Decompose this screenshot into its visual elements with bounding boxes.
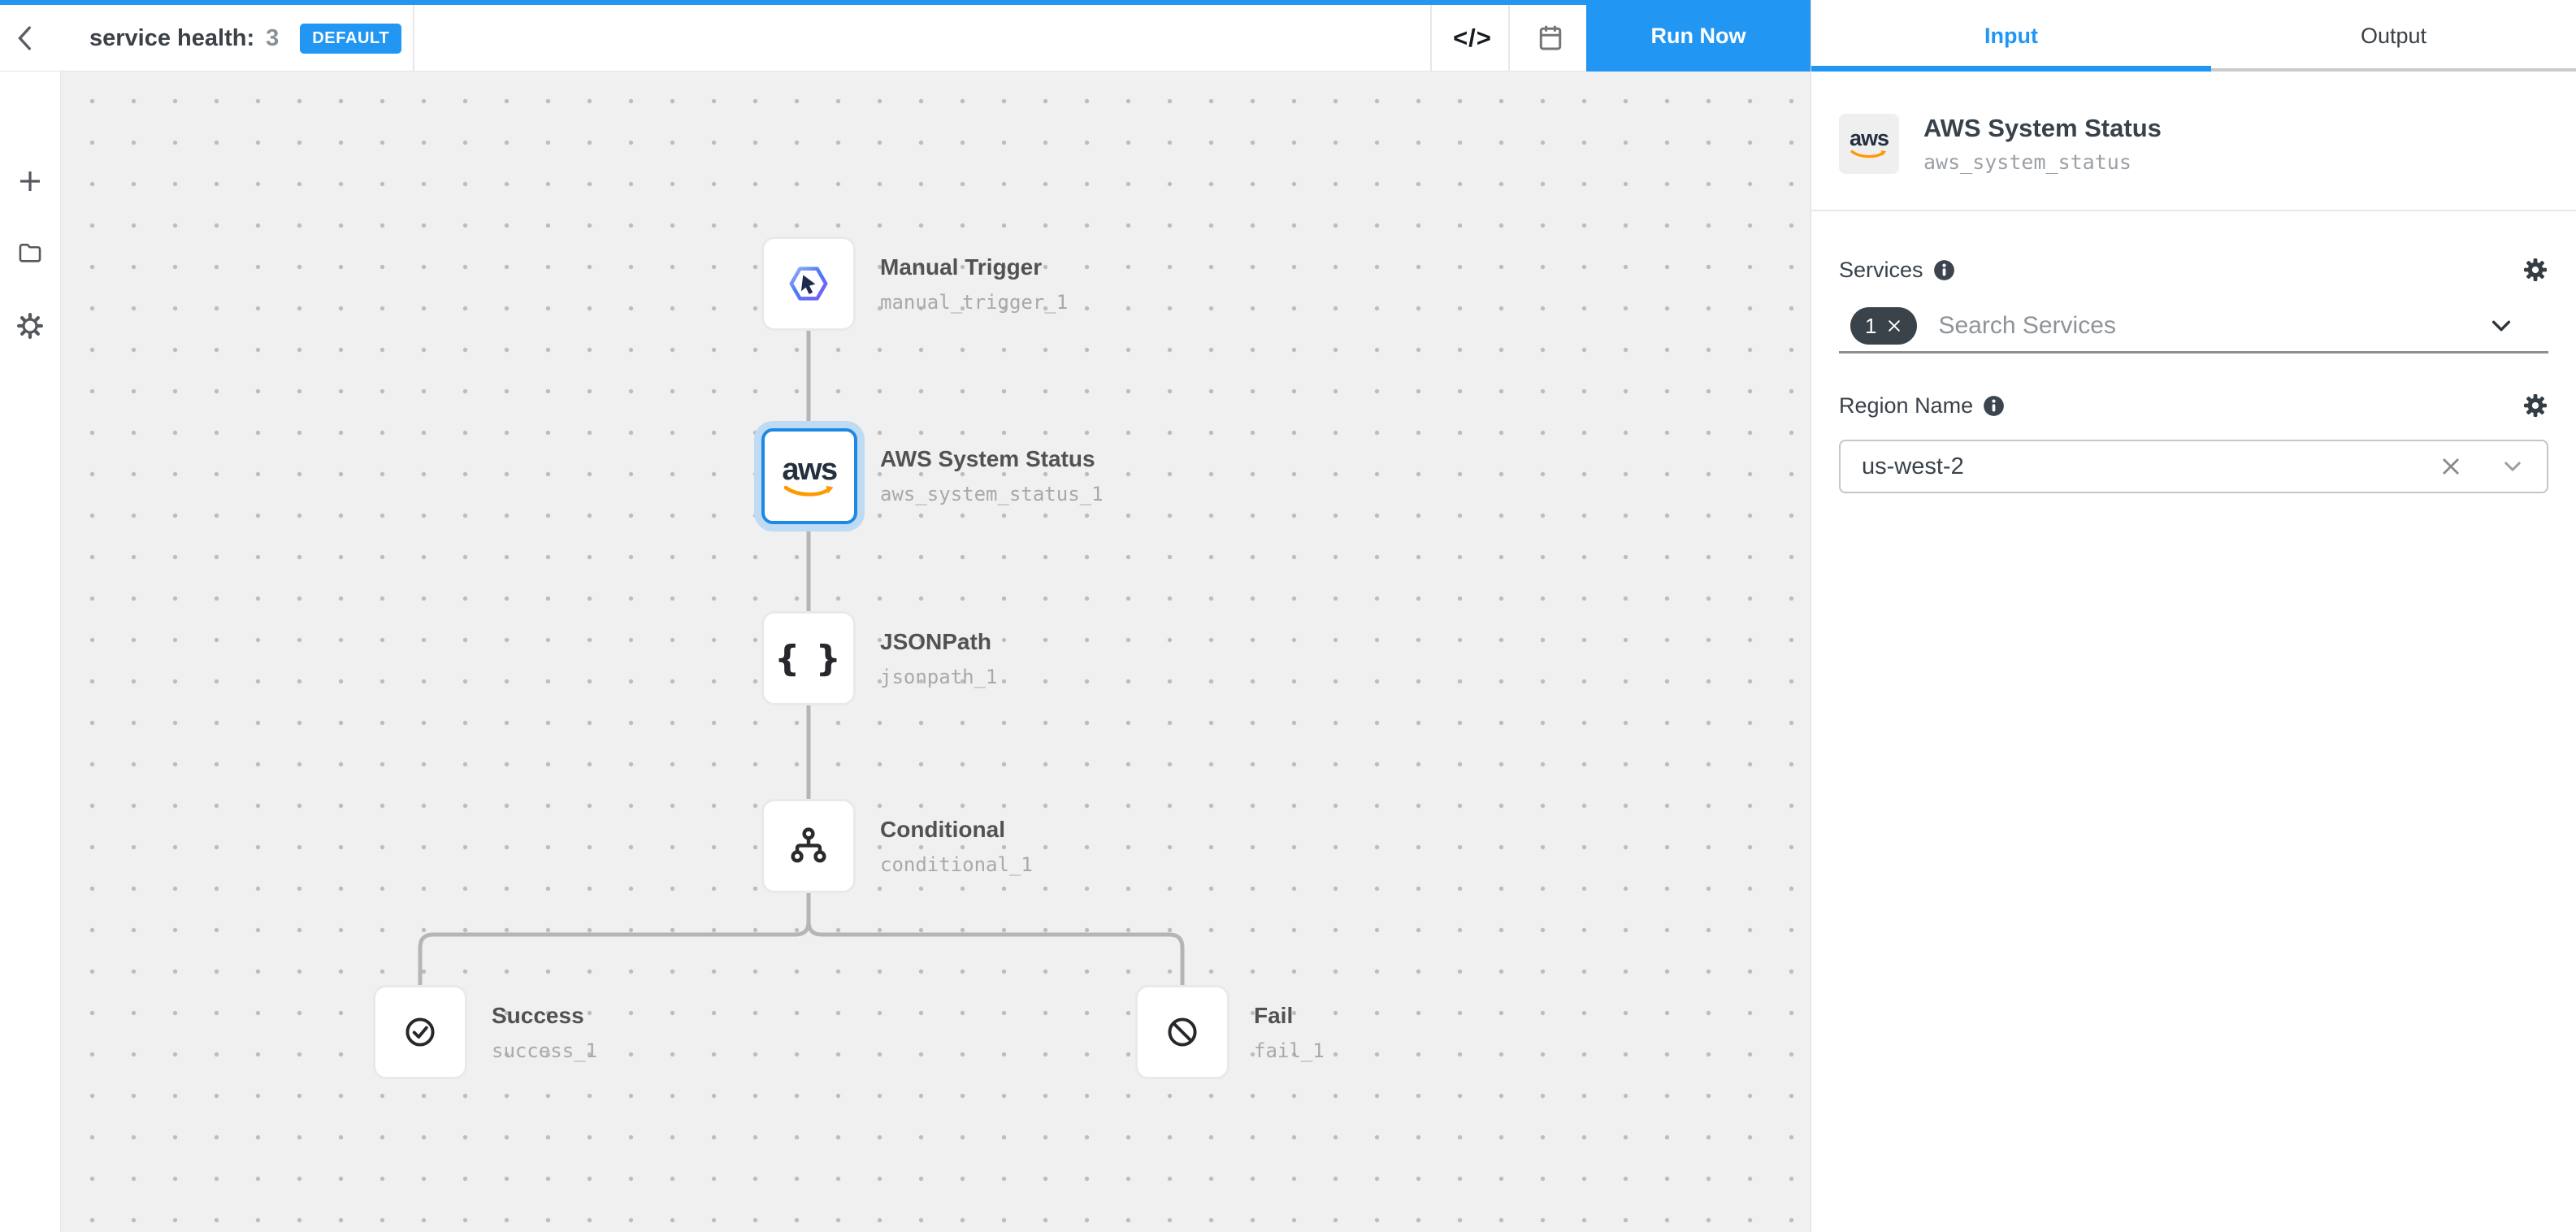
services-search-input[interactable] bbox=[1936, 311, 2488, 341]
aws-logo-text: aws bbox=[782, 454, 836, 485]
default-badge: DEFAULT bbox=[300, 24, 401, 54]
panel-tabs: Input Output bbox=[1811, 0, 2576, 72]
aws-swoosh-icon bbox=[783, 485, 835, 499]
plus-icon bbox=[17, 167, 43, 195]
aws-logo-icon: aws bbox=[782, 454, 836, 499]
services-label: Services bbox=[1839, 258, 1923, 283]
node-subtitle: fail_1 bbox=[1254, 1039, 1325, 1062]
node-label: Success success_1 bbox=[492, 985, 597, 1079]
config-panel: Input Output aws AWS System Status aws_s… bbox=[1811, 0, 2576, 1232]
node-label: JSONPath jsonpath_1 bbox=[880, 611, 998, 705]
left-toolbar bbox=[0, 72, 61, 1232]
close-icon bbox=[2439, 455, 2462, 478]
region-select[interactable] bbox=[1839, 440, 2548, 493]
back-chevron-icon bbox=[14, 24, 38, 52]
chevron-down-icon[interactable] bbox=[2488, 313, 2514, 339]
code-icon: </> bbox=[1453, 24, 1492, 53]
node-conditional: Conditional conditional_1 bbox=[761, 799, 856, 893]
node-fail-card[interactable] bbox=[1135, 985, 1229, 1079]
aws-logo-icon: aws bbox=[1850, 128, 1889, 160]
gear-icon bbox=[2522, 393, 2548, 419]
run-now-button[interactable]: Run Now bbox=[1586, 0, 1811, 72]
no-entry-icon bbox=[1160, 1010, 1204, 1054]
divider bbox=[1430, 5, 1432, 71]
divider bbox=[1508, 5, 1510, 71]
node-aws-system-status: aws AWS System Status aws_system_status_… bbox=[761, 428, 857, 524]
workflow-canvas[interactable]: Manual Trigger manual_trigger_1 aws AWS … bbox=[61, 72, 1811, 1232]
node-manual-trigger: Manual Trigger manual_trigger_1 bbox=[761, 236, 856, 331]
node-success-card[interactable] bbox=[373, 985, 467, 1079]
node-title: JSONPath bbox=[880, 629, 998, 655]
node-title: Conditional bbox=[880, 817, 1033, 843]
node-subtitle: conditional_1 bbox=[880, 853, 1033, 876]
node-jsonpath-card[interactable]: { } bbox=[761, 611, 856, 705]
services-multiselect[interactable]: 1 bbox=[1839, 301, 2548, 354]
node-jsonpath: { } JSONPath jsonpath_1 bbox=[761, 611, 856, 705]
tab-output[interactable]: Output bbox=[2211, 0, 2576, 72]
panel-node-header: aws AWS System Status aws_system_status bbox=[1811, 72, 2576, 211]
chip-count: 1 bbox=[1865, 314, 1876, 339]
node-label: AWS System Status aws_system_status_1 bbox=[880, 428, 1104, 523]
check-circle-icon bbox=[398, 1010, 442, 1054]
selected-count-chip: 1 bbox=[1850, 307, 1917, 345]
calendar-icon bbox=[1535, 23, 1566, 54]
node-subtitle: success_1 bbox=[492, 1039, 597, 1062]
node-title: Manual Trigger bbox=[880, 254, 1068, 280]
editor-header: service health: 3 DEFAULT </> Run Now bbox=[0, 5, 1811, 72]
node-manual-trigger-card[interactable] bbox=[761, 236, 856, 331]
back-button[interactable] bbox=[8, 15, 44, 61]
folder-icon bbox=[17, 239, 43, 267]
branch-icon bbox=[785, 822, 832, 870]
node-success: Success success_1 bbox=[373, 985, 467, 1079]
aws-swoosh-icon bbox=[1850, 150, 1888, 160]
panel-body: Services 1 Region bbox=[1811, 257, 2576, 493]
node-subtitle: aws_system_status_1 bbox=[880, 483, 1104, 505]
node-label: Conditional conditional_1 bbox=[880, 799, 1033, 893]
node-title: AWS System Status bbox=[880, 446, 1104, 472]
divider bbox=[413, 5, 414, 71]
panel-node-title: AWS System Status bbox=[1923, 114, 2162, 143]
gear-icon bbox=[17, 312, 43, 340]
node-subtitle: jsonpath_1 bbox=[880, 666, 998, 688]
tab-input[interactable]: Input bbox=[1811, 0, 2211, 72]
node-conditional-card[interactable] bbox=[761, 799, 856, 893]
panel-node-subtitle: aws_system_status bbox=[1923, 150, 2162, 174]
panel-node-titles: AWS System Status aws_system_status bbox=[1923, 114, 2162, 210]
region-label-row: Region Name bbox=[1839, 393, 2548, 419]
workflow-editor-app: service health: 3 DEFAULT </> Run Now bbox=[0, 0, 2576, 1232]
info-icon[interactable] bbox=[1983, 395, 2005, 417]
clear-button[interactable] bbox=[2439, 455, 2462, 478]
node-title: Success bbox=[492, 1003, 597, 1029]
active-tab-indicator bbox=[1811, 66, 2211, 72]
chevron-down-icon[interactable] bbox=[2501, 455, 2524, 478]
braces-icon: { } bbox=[774, 638, 843, 679]
gear-icon bbox=[2522, 257, 2548, 283]
node-title: Fail bbox=[1254, 1003, 1325, 1029]
aws-app-icon: aws bbox=[1839, 114, 1899, 174]
info-icon[interactable] bbox=[1933, 259, 1955, 281]
playbook-run-count: 3 bbox=[266, 25, 279, 52]
node-aws-system-status-card[interactable]: aws bbox=[761, 428, 857, 524]
services-settings-gear-icon[interactable] bbox=[2522, 257, 2548, 283]
services-field-group: Services 1 bbox=[1839, 257, 2548, 354]
node-fail: Fail fail_1 bbox=[1135, 985, 1229, 1079]
services-label-row: Services bbox=[1839, 257, 2548, 283]
aws-logo-text: aws bbox=[1850, 128, 1889, 150]
schedule-button[interactable] bbox=[1524, 5, 1576, 72]
region-input[interactable] bbox=[1860, 453, 2439, 481]
files-button[interactable] bbox=[12, 235, 48, 271]
node-label: Manual Trigger manual_trigger_1 bbox=[880, 236, 1068, 331]
add-node-button[interactable] bbox=[12, 163, 48, 199]
chip-remove-icon[interactable] bbox=[1886, 318, 1902, 334]
node-label: Fail fail_1 bbox=[1254, 985, 1325, 1079]
manual-trigger-icon bbox=[785, 260, 832, 307]
settings-button[interactable] bbox=[12, 308, 48, 344]
region-label: Region Name bbox=[1839, 393, 1973, 419]
region-settings-gear-icon[interactable] bbox=[2522, 393, 2548, 419]
code-view-button[interactable]: </> bbox=[1446, 5, 1498, 72]
node-subtitle: manual_trigger_1 bbox=[880, 291, 1068, 314]
playbook-title: service health: bbox=[89, 25, 254, 52]
playbook-title-wrap: service health: 3 DEFAULT bbox=[89, 5, 401, 72]
region-field-group: Region Name bbox=[1839, 393, 2548, 493]
